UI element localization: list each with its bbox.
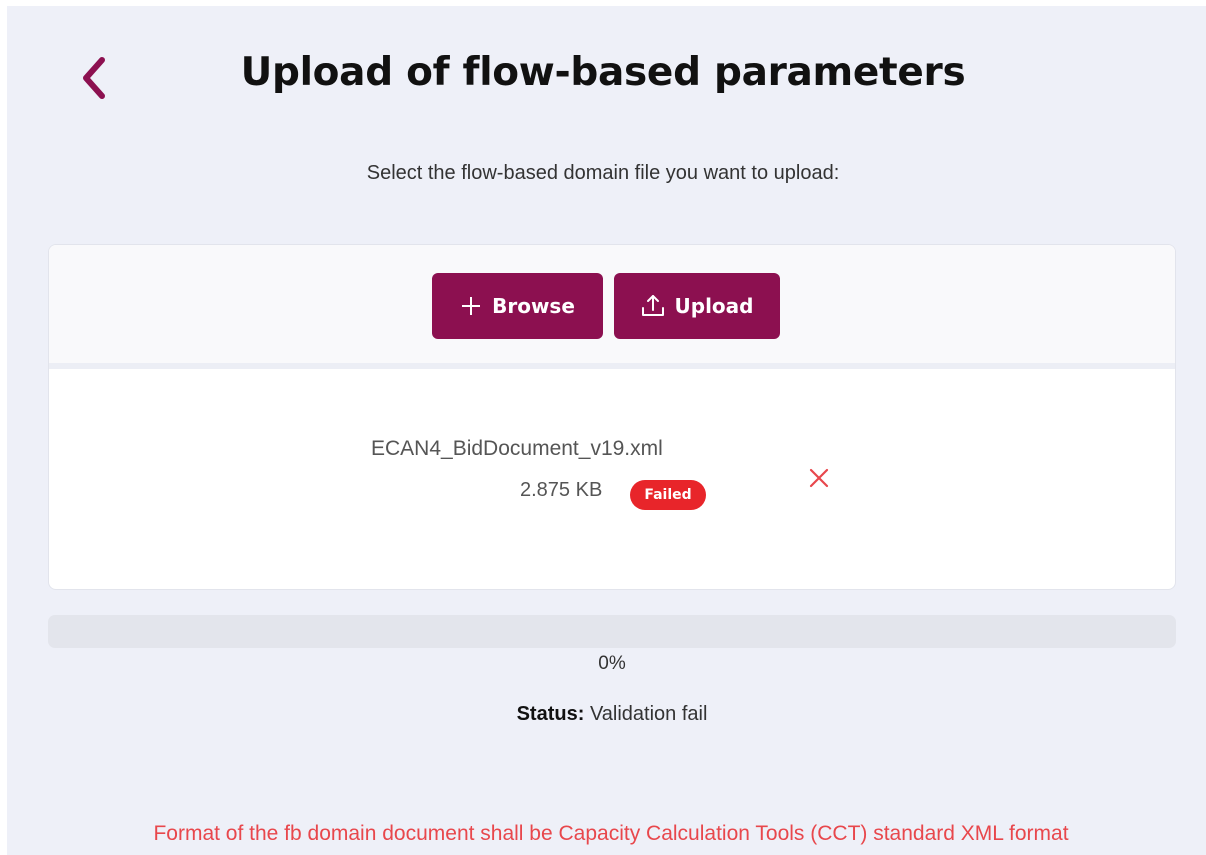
progress-label: 0%	[598, 653, 626, 674]
browse-button[interactable]: Browse	[432, 273, 603, 339]
instruction-text: Select the flow-based domain file you wa…	[366, 162, 840, 184]
upload-toolbar: Browse Upload	[49, 245, 1175, 369]
status-line: Status: Validation fail	[0, 703, 1206, 726]
upload-button-label: Upload	[674, 294, 754, 318]
format-note: Format of the fb domain document shall b…	[153, 822, 1069, 845]
browse-button-label: Browse	[492, 294, 575, 318]
status-key: Status:	[516, 703, 585, 725]
file-list-item: ECAN4_BidDocument_v19.xml 2.875 KB Faile…	[49, 369, 1175, 589]
file-name: ECAN4_BidDocument_v19.xml	[371, 437, 663, 460]
page-title: Upload of flow-based parameters	[240, 50, 966, 95]
upload-icon	[641, 294, 665, 318]
close-icon	[809, 468, 829, 488]
status-badge: Failed	[630, 480, 706, 510]
remove-file-button[interactable]	[804, 463, 834, 493]
upload-button[interactable]: Upload	[614, 273, 780, 339]
plus-icon	[460, 295, 482, 317]
status-value: Validation fail	[589, 703, 708, 725]
file-size: 2.875 KB	[520, 479, 603, 501]
progress-bar	[48, 615, 1176, 648]
upload-card: Browse Upload ECAN4_BidDocument_v19.xml …	[48, 244, 1176, 590]
